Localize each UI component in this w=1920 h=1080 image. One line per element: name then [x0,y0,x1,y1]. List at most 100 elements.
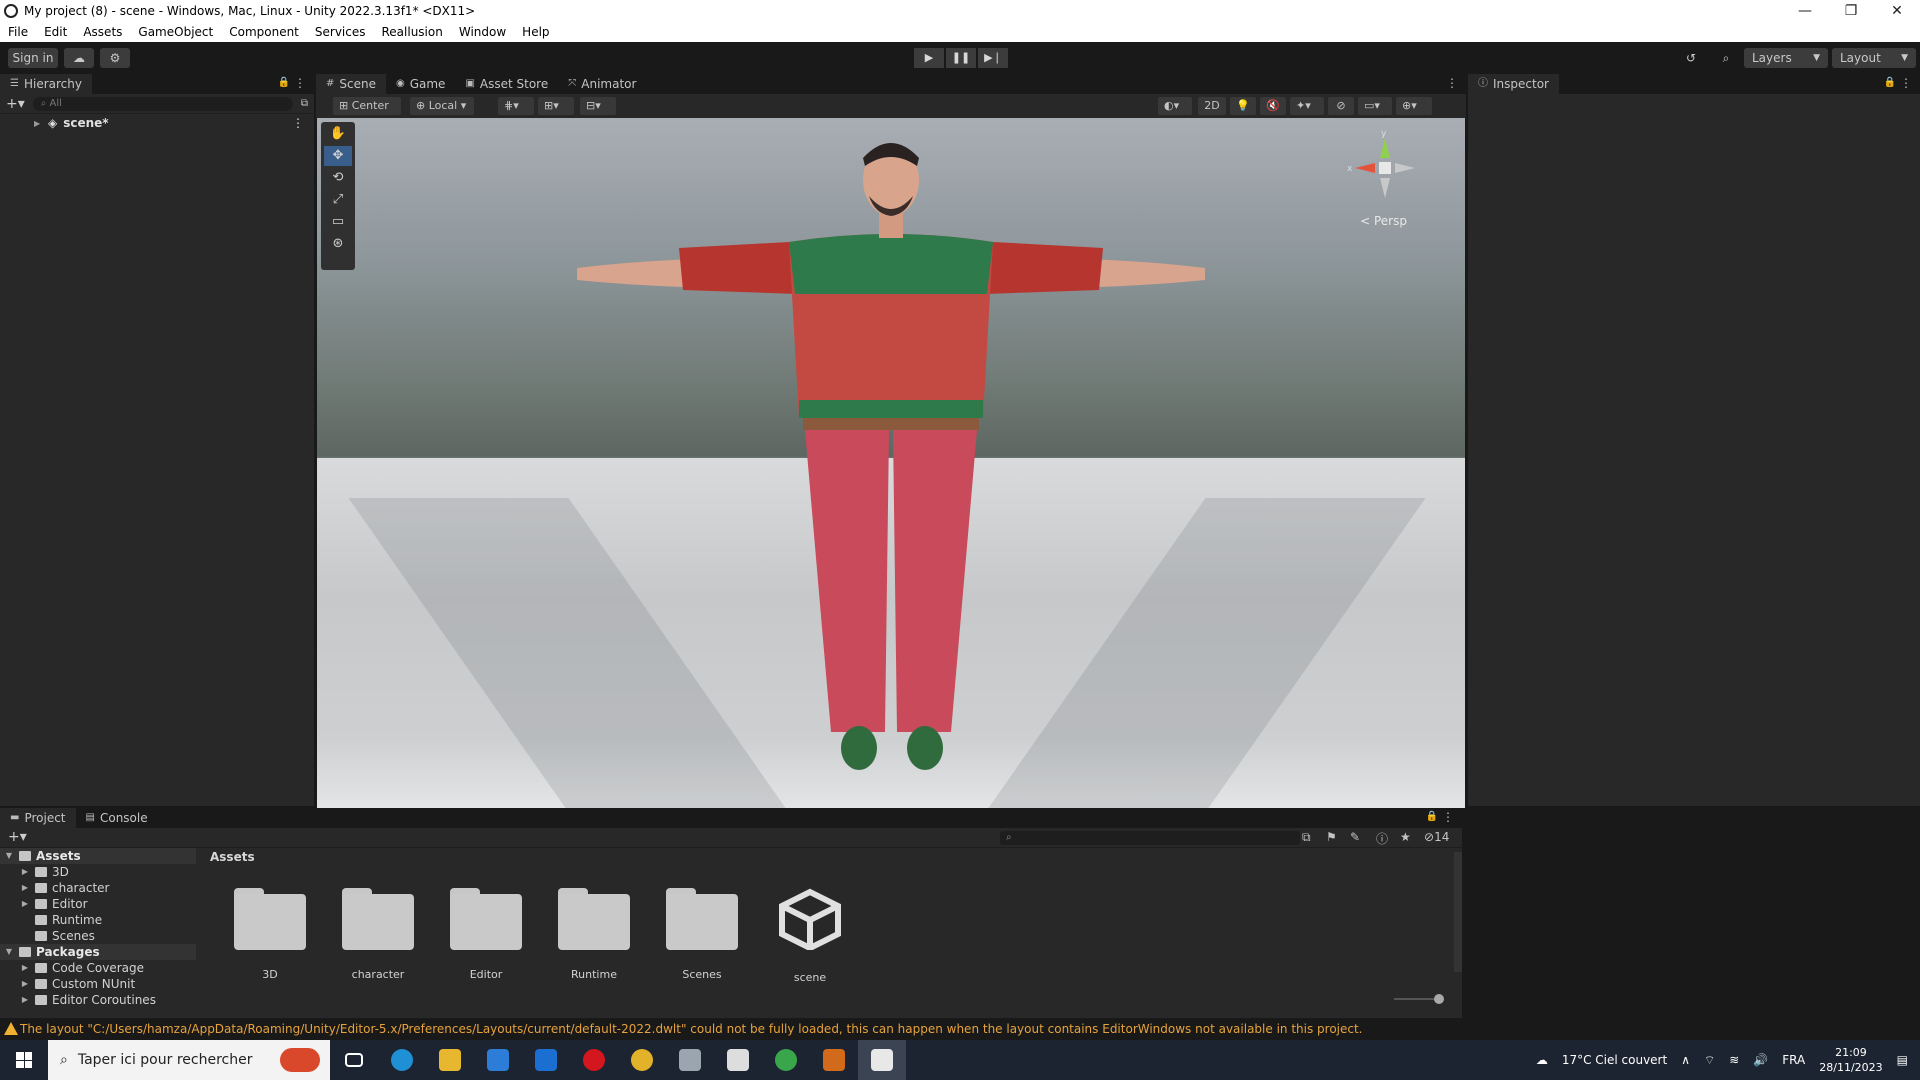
asset-folder-scenes[interactable]: Scenes [652,888,752,981]
cloud-icon[interactable]: ☁ [64,48,94,68]
scene-viewport[interactable]: ✋ ✥ ⟲ ⤢ ▭ ⊛ y x < Persp [317,118,1465,808]
more-options-icon[interactable]: ⋮ [1442,810,1454,824]
favorite-star-icon[interactable]: ★ [1400,830,1411,844]
expand-arrow-icon[interactable]: ▶ [20,992,30,1008]
info-icon[interactable]: ⓘ [1376,830,1388,847]
camera-icon[interactable]: ▭▾ [1358,97,1392,115]
zoom-slider-handle[interactable] [1434,994,1444,1004]
tab-scene[interactable]: # Scene [316,74,386,94]
expand-arrow-icon[interactable]: ▼ [4,848,14,864]
task-view-icon[interactable] [330,1040,378,1080]
character-model[interactable] [317,118,1465,808]
file-explorer-icon[interactable] [426,1040,474,1080]
sign-in-button[interactable]: Sign in [8,48,58,68]
unity-editor-icon[interactable] [858,1040,906,1080]
create-button[interactable]: +▾ [8,829,27,845]
hidden-objects-icon[interactable]: ⊘ [1328,97,1354,115]
draw-mode-icon[interactable]: ◐▾ [1158,97,1192,115]
menu-reallusion[interactable]: Reallusion [374,25,451,39]
mail-icon[interactable] [522,1040,570,1080]
asset-folder-character[interactable]: character [328,888,428,981]
edge-icon[interactable] [378,1040,426,1080]
lighting-icon[interactable]: 💡 [1230,97,1256,115]
tab-asset-store[interactable]: ▣ Asset Store [455,74,558,94]
lock-icon[interactable]: 🔒 [1426,811,1438,822]
notifications-icon[interactable]: ▤ [1897,1053,1908,1067]
clock[interactable]: 21:09 28/11/2023 [1819,1045,1882,1075]
weather-text[interactable]: 17°C Ciel couvert [1562,1053,1667,1067]
increment-snap-icon[interactable]: ⊟▾ [580,97,616,115]
tree-item[interactable]: Runtime [0,912,196,928]
tree-item[interactable]: ▶ Code Coverage [0,960,196,976]
pivot-dropdown[interactable]: ⊞ Center ▾ [333,97,401,130]
perspective-label[interactable]: < Persp [1360,214,1407,228]
play-button[interactable]: ▶ [914,48,944,68]
menu-assets[interactable]: Assets [75,25,130,39]
app-icon[interactable] [666,1040,714,1080]
scale-tool-icon[interactable]: ⤢ [324,190,352,210]
tree-item[interactable]: ▼ Packages [0,944,196,960]
hierarchy-search-input[interactable]: ⌕ All [32,96,293,111]
network-icon[interactable]: ⌔ [1704,1053,1715,1068]
undo-history-icon[interactable]: ↺ [1680,48,1702,68]
tab-animator[interactable]: ⤧ Animator [558,74,646,94]
hidden-packages-icon[interactable]: ⊘14 [1424,830,1449,844]
gizmos-icon[interactable]: ⊕▾ [1396,97,1432,115]
unity-hub-icon[interactable] [714,1040,762,1080]
menu-window[interactable]: Window [451,25,514,39]
orientation-gizmo[interactable]: y x [1345,128,1425,208]
asset-scene[interactable]: scene [760,888,860,984]
chevron-up-icon[interactable]: ∧ [1681,1053,1690,1067]
add-button[interactable]: +▾ [6,96,25,112]
expand-arrow-icon[interactable]: ▶ [34,119,40,128]
maximize-button[interactable]: ❐ [1828,0,1874,22]
more-options-icon[interactable]: ⋮ [1900,76,1912,90]
start-button[interactable] [0,1040,48,1080]
rect-tool-icon[interactable]: ▭ [324,212,352,232]
tree-item[interactable]: ▶ Editor [0,896,196,912]
more-options-icon[interactable]: ⋮ [294,76,306,90]
taskbar-search-input[interactable]: ⌕ Taper ici pour rechercher [48,1040,330,1080]
lock-icon[interactable]: 🔒 [278,77,290,88]
expand-arrow-icon[interactable]: ▶ [20,896,30,912]
layers-dropdown[interactable]: Layers ▼ [1744,48,1828,68]
chrome-icon[interactable] [618,1040,666,1080]
tab-console[interactable]: ▤ Console [76,808,158,828]
transform-tool-icon[interactable]: ⊛ [324,234,352,254]
search-by-type-icon[interactable]: ⧉ [301,98,308,109]
menu-services[interactable]: Services [307,25,374,39]
collab-icon[interactable]: ⚙ [100,48,130,68]
space-dropdown[interactable]: ⊕ Local ▾ [410,97,474,115]
photo-app-icon[interactable] [762,1040,810,1080]
project-search-input[interactable]: ⌕ [1000,831,1300,845]
wifi-icon[interactable]: ≋ [1729,1053,1739,1067]
close-button[interactable]: ✕ [1874,0,1920,22]
filter-by-label-icon[interactable]: ⚑ [1326,830,1337,844]
tree-item[interactable]: ▶ character [0,880,196,896]
search-icon[interactable]: ⌕ [1715,48,1737,68]
menu-file[interactable]: File [0,25,36,39]
vertical-scrollbar[interactable] [1454,852,1462,972]
asset-folder-3d[interactable]: 3D [220,888,320,981]
menu-help[interactable]: Help [514,25,557,39]
status-bar[interactable]: The layout "C:/Users/hamza/AppData/Roami… [0,1018,1920,1040]
step-button[interactable]: ▶❘ [978,48,1008,68]
rotate-tool-icon[interactable]: ⟲ [324,168,352,188]
tree-item[interactable]: ▼ Assets [0,848,196,864]
opera-icon[interactable] [570,1040,618,1080]
asset-folder-runtime[interactable]: Runtime [544,888,644,981]
hierarchy-item-scene[interactable]: ▶ ◈ scene* ⋮ [0,114,314,132]
tab-inspector[interactable]: ⓘ Inspector [1468,74,1559,94]
tab-game[interactable]: ◉ Game [386,74,455,94]
move-tool-icon[interactable]: ✥ [324,146,352,166]
menu-gameobject[interactable]: GameObject [130,25,221,39]
2d-toggle[interactable]: 2D [1198,97,1226,115]
expand-arrow-icon[interactable]: ▶ [20,960,30,976]
volume-icon[interactable]: 🔊 [1753,1053,1768,1067]
tag-icon[interactable]: ✎ [1350,830,1360,844]
tree-item[interactable]: ▶ Custom NUnit [0,976,196,992]
tab-project[interactable]: ▬ Project [0,808,76,828]
search-by-type-icon[interactable]: ⧉ [1302,830,1311,845]
tree-item[interactable]: ▶ 3D [0,864,196,880]
expand-arrow-icon[interactable]: ▶ [20,864,30,880]
